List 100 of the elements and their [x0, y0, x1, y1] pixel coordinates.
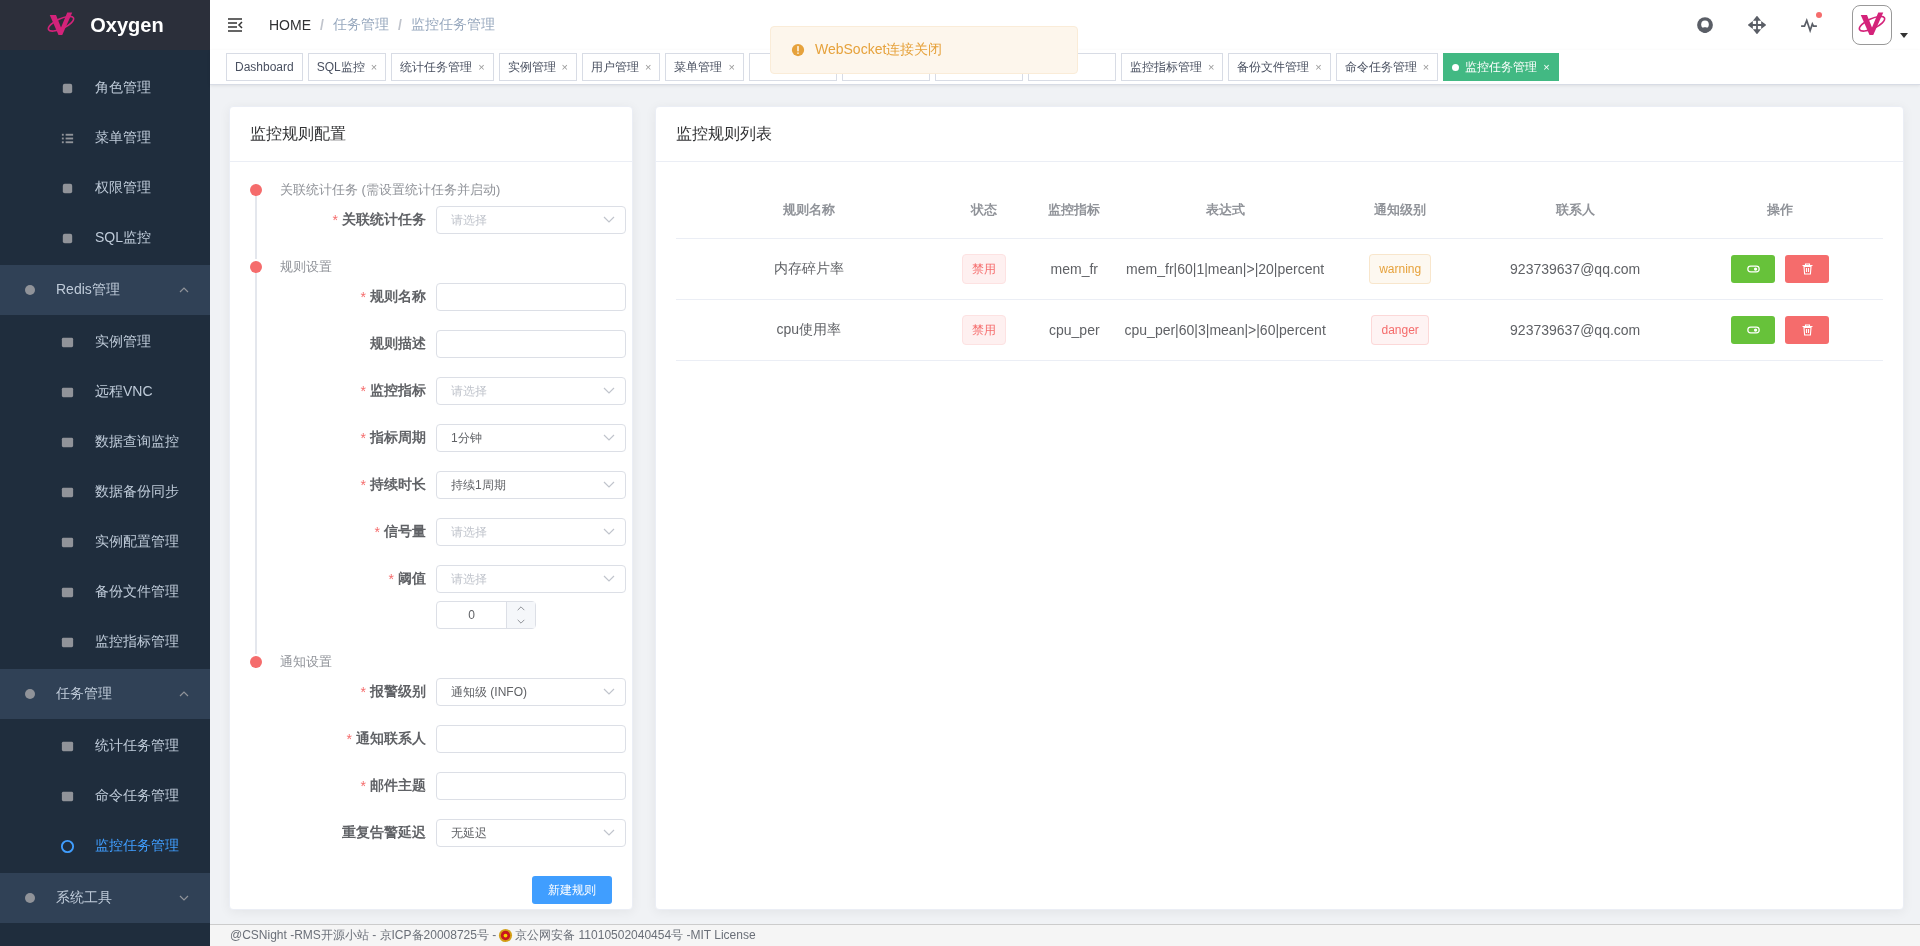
required-mark: * — [360, 684, 366, 700]
field-label: 通知联系人 — [356, 730, 426, 748]
required-mark: * — [346, 731, 352, 747]
tab[interactable]: 实例管理 × — [498, 53, 578, 81]
required-mark: * — [332, 212, 338, 228]
emblem-icon — [498, 928, 514, 943]
input-field[interactable] — [436, 330, 626, 358]
field-label: 持续时长 — [370, 476, 426, 494]
breadcrumb-separator: / — [397, 17, 402, 33]
toggle-button[interactable] — [1731, 255, 1776, 283]
menu-group[interactable]: Redis管理 — [0, 265, 210, 315]
notification-message: WebSocket连接关闭 — [815, 41, 943, 59]
field-label: 信号量 — [384, 523, 426, 541]
required-mark: * — [360, 477, 366, 493]
step-title: 通知设置 — [280, 654, 333, 670]
select-field[interactable]: 1分钟 — [436, 424, 626, 452]
field-label: 报警级别 — [370, 683, 426, 701]
menu-item[interactable]: 监控指标管理 — [0, 617, 210, 667]
table-cell: cpu_per|60|3|mean|>|60|percent — [1124, 322, 1326, 338]
avatar[interactable] — [1852, 5, 1892, 45]
step-dot — [250, 656, 262, 668]
delete-button[interactable] — [1785, 255, 1830, 283]
menu-item[interactable]: 监控任务管理 — [0, 821, 210, 871]
column-header: 通知级别 — [1374, 202, 1427, 217]
level-tag: danger — [1371, 315, 1429, 345]
select-field[interactable]: 通知级 (INFO) — [436, 678, 626, 706]
required-mark: * — [360, 778, 366, 794]
field-label: 阈值 — [398, 570, 426, 588]
field-label: 指标周期 — [370, 429, 426, 447]
required-mark: * — [388, 571, 394, 587]
trash-icon — [1800, 324, 1814, 336]
tab[interactable]: SQL监控 × — [307, 53, 387, 81]
step-dot — [250, 184, 262, 196]
card-title: 监控规则配置 — [230, 107, 632, 162]
table-cell: mem_fr|60|1|mean|>|20|percent — [1126, 261, 1325, 277]
menu-item[interactable]: 实例配置管理 — [0, 517, 210, 567]
tab[interactable]: 命令任务管理 × — [1335, 53, 1439, 81]
warning-icon — [791, 43, 805, 57]
required-mark: * — [360, 383, 366, 399]
menu-group[interactable]: 任务管理 — [0, 669, 210, 719]
column-header: 状态 — [970, 202, 997, 217]
field-label: 监控指标 — [370, 382, 426, 400]
chevron-down-icon — [603, 829, 615, 837]
tab[interactable]: 用户管理 × — [582, 53, 661, 81]
input-field[interactable] — [436, 772, 626, 800]
table-cell: mem_fr — [1050, 261, 1098, 277]
caret-icon[interactable] — [1900, 32, 1908, 38]
footer-text: @CSNight -RMS开源小站 - 京ICP备20008725号 - — [230, 927, 497, 944]
menu-item[interactable]: 数据备份同步 — [0, 467, 210, 517]
menu-item[interactable]: 统计任务管理 — [0, 721, 210, 771]
delete-button[interactable] — [1785, 316, 1830, 344]
chevron-down-icon — [603, 434, 615, 442]
menu-item[interactable]: SQL监控 — [0, 213, 210, 263]
tab[interactable]: 菜单管理 × — [665, 53, 744, 81]
pulse-icon[interactable] — [1800, 16, 1818, 34]
required-mark: * — [374, 524, 380, 540]
menu-icon[interactable] — [227, 18, 243, 32]
menu-item[interactable]: 权限管理 — [0, 163, 210, 213]
menu-item[interactable]: 备份文件管理 — [0, 567, 210, 617]
status-tag: 禁用 — [961, 315, 1006, 345]
table-cell: 923739637@qq.com — [1510, 261, 1641, 277]
input-field[interactable] — [436, 283, 626, 311]
move-icon[interactable] — [1748, 16, 1766, 34]
input-field[interactable] — [436, 725, 626, 753]
column-header: 表达式 — [1205, 202, 1245, 217]
menu-group[interactable]: 系统工具 — [0, 873, 210, 923]
trash-icon — [1800, 263, 1814, 275]
column-header: 规则名称 — [782, 202, 835, 217]
toggle-button[interactable] — [1731, 316, 1776, 344]
column-header: 监控指标 — [1048, 202, 1101, 217]
tab[interactable]: Dashboard — [226, 53, 303, 81]
column-header: 操作 — [1767, 202, 1794, 217]
field-label: 规则描述 — [370, 335, 426, 353]
table-cell: 内存碎片率 — [773, 260, 844, 276]
menu-item[interactable]: 远程VNC — [0, 367, 210, 417]
field-label: 规则名称 — [370, 288, 426, 306]
table-cell: 923739637@qq.com — [1510, 322, 1641, 338]
level-tag: warning — [1369, 254, 1432, 284]
select-field[interactable]: 持续1周期 — [436, 471, 626, 499]
chevron-down-icon — [603, 688, 615, 696]
required-mark: * — [360, 289, 366, 305]
menu-item[interactable]: 菜单管理 — [0, 113, 210, 163]
menu-item[interactable]: 角色管理 — [0, 63, 210, 113]
tab[interactable]: 备份文件管理 × — [1228, 53, 1331, 81]
menu-item[interactable]: 数据查询监控 — [0, 417, 210, 467]
breadcrumb-link[interactable]: HOME — [269, 17, 311, 33]
chevron-down-icon — [603, 216, 615, 224]
select-field[interactable]: 无延迟 — [436, 819, 626, 847]
field-label: 重复告警延迟 — [342, 824, 426, 842]
step-title: 规则设置 — [280, 259, 333, 275]
tab[interactable]: 统计任务管理 × — [391, 53, 494, 81]
menu-item[interactable]: 实例管理 — [0, 317, 210, 367]
number-input[interactable]: 0 — [436, 601, 536, 629]
tab[interactable]: 监控指标管理 × — [1120, 53, 1224, 81]
step-dot — [250, 261, 262, 273]
field-label: 邮件主题 — [370, 777, 426, 795]
chevron-down-icon — [603, 481, 615, 489]
chevron-down-icon — [603, 387, 615, 395]
menu-item[interactable]: 命令任务管理 — [0, 771, 210, 821]
status-tag: 禁用 — [961, 254, 1006, 284]
